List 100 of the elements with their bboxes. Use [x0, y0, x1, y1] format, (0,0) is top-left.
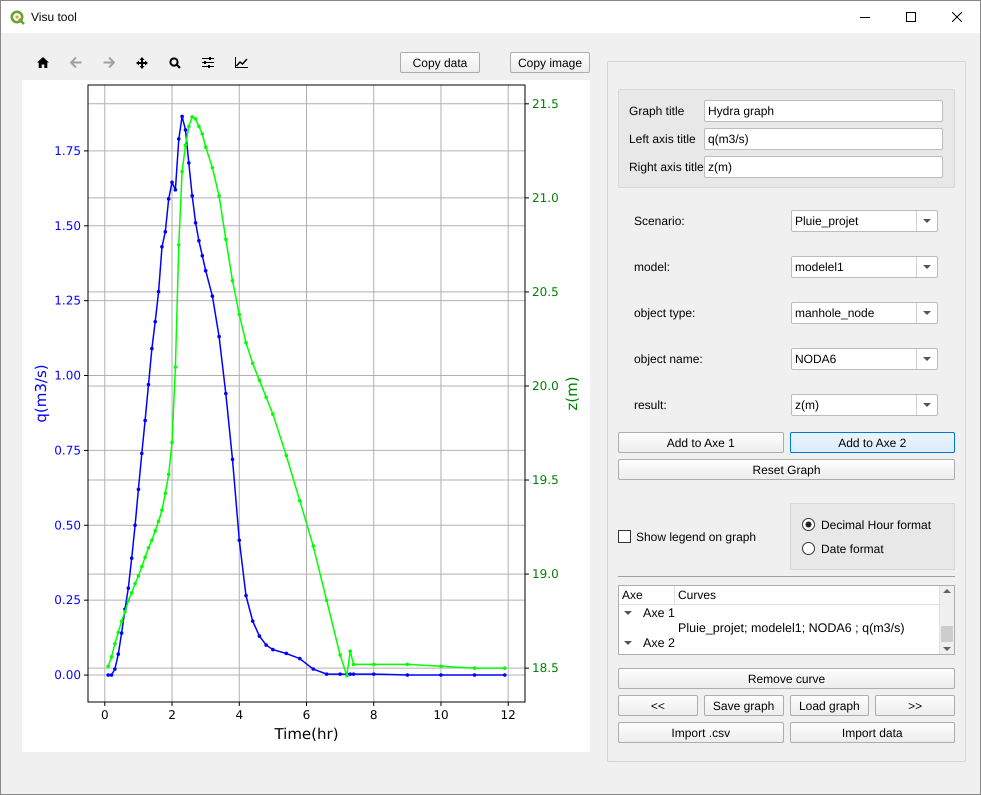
point [160, 244, 164, 249]
point [284, 454, 288, 458]
point [106, 664, 110, 668]
action-button[interactable]: Remove curve [618, 668, 955, 689]
action-button[interactable]: << [618, 695, 698, 716]
scroll-thumb[interactable] [941, 626, 953, 642]
add-axis-button[interactable]: Add to Axe 2 [790, 432, 955, 453]
point [190, 115, 194, 119]
field-label: Left axis title [629, 132, 697, 146]
y2-tick-label: 21.5 [532, 96, 559, 111]
point [133, 523, 137, 528]
dropdown[interactable]: z(m) [791, 394, 938, 416]
dropdown[interactable]: manhole_node [791, 302, 938, 324]
point [150, 538, 154, 542]
caret-down-icon [923, 219, 931, 223]
column-header: Curves [677, 587, 718, 604]
point [244, 594, 248, 598]
y-tick-label: 1.75 [54, 144, 81, 158]
selector-label: model: [634, 260, 672, 274]
copy-button[interactable]: Copy image [510, 52, 590, 73]
field-label: Right axis title [629, 160, 704, 174]
minimize-icon [860, 16, 870, 18]
text-field[interactable]: Hydra graph [704, 100, 943, 122]
point [174, 365, 178, 369]
dropdown[interactable]: Pluie_projet [791, 210, 938, 232]
line-chart-icon [234, 57, 248, 68]
point [204, 145, 208, 149]
text-field[interactable]: q(m3/s) [704, 128, 943, 150]
point [338, 653, 342, 657]
field-label: Graph title [629, 104, 686, 118]
copy-button[interactable]: Copy data [400, 52, 480, 73]
point [348, 672, 352, 676]
text-field[interactable]: z(m) [704, 156, 943, 178]
selector-label: object type: [634, 306, 696, 320]
y2-tick-label: 21.0 [532, 190, 559, 205]
point [210, 166, 214, 170]
tree-item[interactable]: Pluie_projet; modelel1; NODA6 ; q(m3/s) [678, 620, 904, 634]
point [187, 161, 191, 165]
point [224, 392, 228, 396]
point [153, 529, 158, 533]
point [130, 591, 134, 595]
column-header: Axe [619, 586, 675, 604]
point [143, 555, 147, 559]
selector-label: object name: [634, 352, 704, 366]
dropdown[interactable]: modelel1 [791, 256, 938, 278]
point [439, 664, 443, 668]
y2-axis-title: z(m) [563, 376, 581, 411]
add-axis-button[interactable]: Add to Axe 1 [618, 432, 784, 453]
y-tick-label: 1.25 [54, 294, 81, 308]
reset-button[interactable]: Reset Graph [618, 459, 955, 480]
y-tick-label: 0.00 [54, 668, 81, 682]
point [197, 238, 201, 243]
x-tick-label: 12 [500, 708, 516, 722]
radio-option[interactable]: Decimal Hour format [802, 518, 954, 532]
forward-arrow-icon [103, 57, 115, 68]
point [160, 508, 164, 512]
radio-option[interactable]: Date format [802, 542, 954, 556]
action-button[interactable]: >> [875, 695, 955, 716]
point [126, 586, 130, 590]
dropdown[interactable]: NODA6 [791, 348, 938, 370]
point [204, 268, 208, 272]
point [210, 294, 214, 298]
action-button[interactable]: Import .csv [618, 722, 784, 743]
point [150, 346, 154, 350]
point [372, 662, 376, 666]
point [237, 538, 242, 542]
point [136, 488, 140, 492]
point [146, 546, 150, 550]
point [224, 237, 228, 242]
point [200, 132, 204, 136]
point [258, 634, 262, 638]
point [298, 656, 302, 660]
tree-item[interactable]: Axe 2 [643, 636, 675, 650]
point [123, 610, 127, 614]
point [176, 137, 181, 141]
scrollbar[interactable] [939, 586, 954, 654]
point [164, 230, 168, 234]
point [106, 673, 110, 677]
action-button[interactable]: Load graph [790, 695, 870, 716]
point [324, 598, 328, 602]
point [284, 652, 288, 656]
move-icon [136, 56, 148, 68]
point [439, 673, 443, 677]
y-tick-label: 1.00 [54, 368, 81, 383]
checkbox[interactable] [618, 530, 631, 543]
scroll-up-icon [943, 586, 951, 596]
point [194, 117, 198, 121]
back-arrow-icon [70, 57, 82, 68]
action-button[interactable]: Save graph [704, 695, 784, 716]
action-button[interactable]: Import data [790, 722, 955, 743]
point [406, 673, 410, 677]
point [217, 194, 221, 198]
point [311, 544, 316, 548]
y-tick-label: 0.25 [54, 593, 81, 608]
point [184, 143, 188, 147]
point [174, 188, 178, 192]
window-title: Visu tool [31, 10, 78, 24]
tree-item[interactable]: Axe 1 [643, 606, 675, 620]
point [197, 124, 201, 128]
y-axis-title: q(m3/s) [32, 364, 50, 423]
